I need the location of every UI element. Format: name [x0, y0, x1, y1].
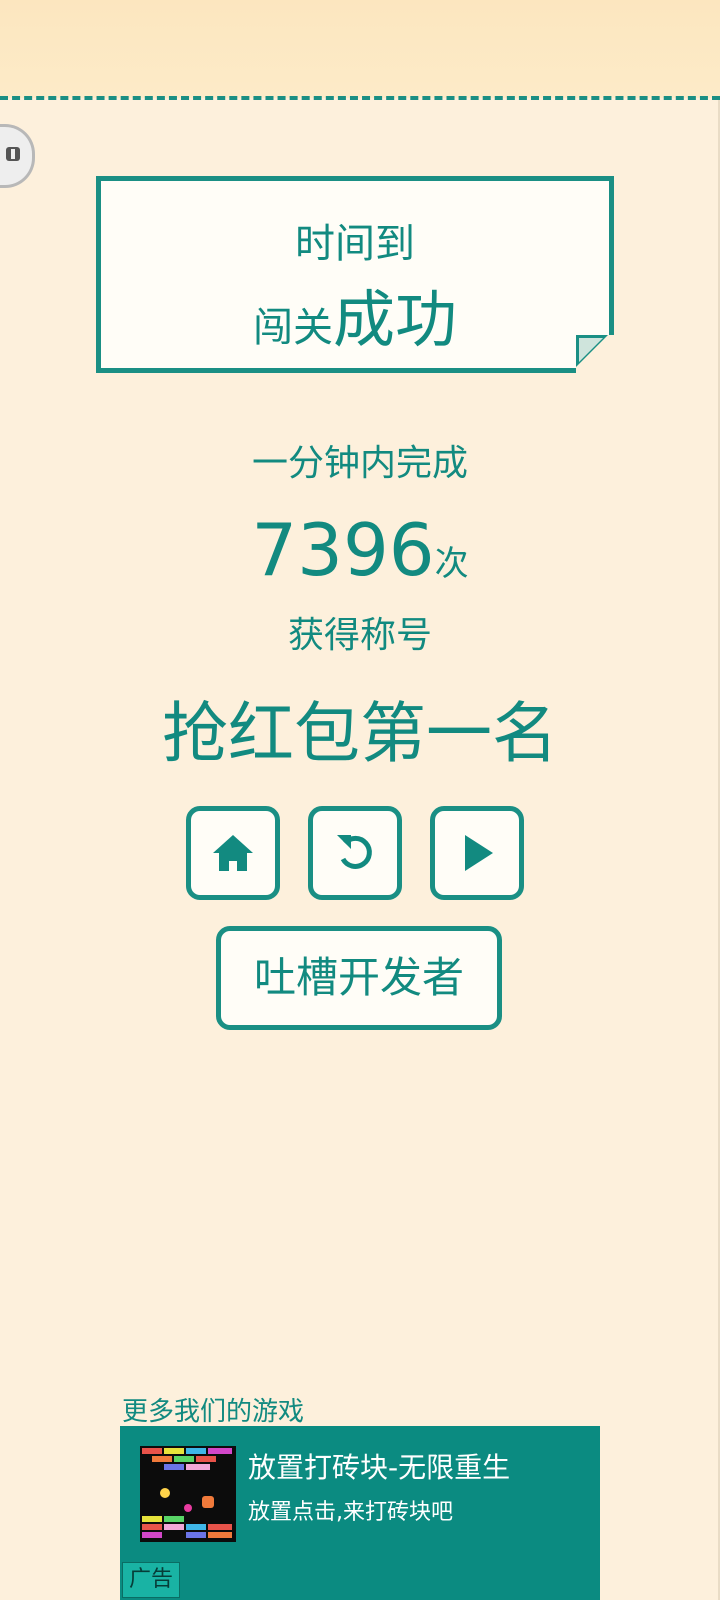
ad-game-thumbnail [140, 1446, 236, 1542]
time-up-text: 时间到 [295, 221, 415, 267]
score-unit: 次 [434, 544, 469, 584]
score-number: 7396 [251, 508, 435, 592]
restart-button[interactable] [308, 806, 402, 900]
score-count: 7396次 [0, 508, 720, 592]
dashed-divider [0, 96, 720, 100]
result-card: 时间到 闯关成功 [96, 176, 614, 373]
pause-button[interactable] [0, 124, 35, 188]
earned-title: 抢红包第一名 [162, 695, 558, 772]
top-banner [0, 0, 720, 98]
home-icon [213, 835, 253, 871]
success-text: 成功 [332, 283, 457, 356]
folded-corner [576, 335, 614, 373]
completion-intro: 一分钟内完成 [251, 443, 468, 484]
feedback-button[interactable]: 吐槽开发者 [216, 926, 502, 1030]
pause-icon [6, 147, 20, 161]
ad-title: 放置打砖块-无限重生 [248, 1451, 511, 1484]
play-icon [465, 835, 493, 871]
more-games-heading: 更多我们的游戏 [122, 1397, 305, 1427]
level-result-text: 闯关成功 [101, 269, 609, 359]
ad-tag: 广告 [122, 1562, 180, 1598]
ad-banner[interactable]: 放置打砖块-无限重生 放置点击,来打砖块吧 广告 [120, 1426, 600, 1600]
restart-icon [337, 835, 372, 869]
title-label: 获得称号 [287, 615, 432, 656]
home-button[interactable] [186, 806, 280, 900]
ad-subtitle: 放置点击,来打砖块吧 [248, 1500, 453, 1525]
next-button[interactable] [430, 806, 524, 900]
level-result-prefix: 闯关 [252, 305, 333, 351]
